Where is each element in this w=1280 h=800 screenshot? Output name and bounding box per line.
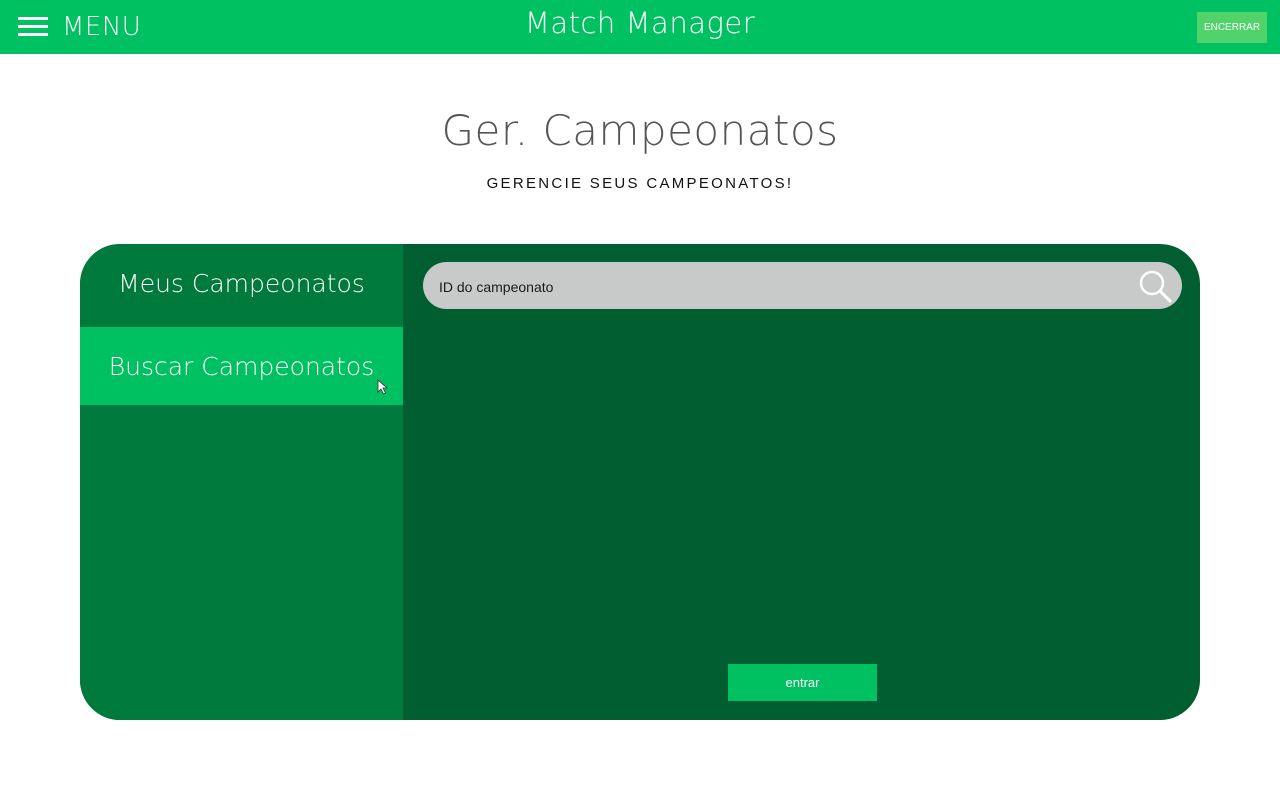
sidebar-item-label: Buscar Campeonatos (108, 351, 375, 381)
sidebar-item-search-championships[interactable]: Buscar Campeonatos (80, 327, 403, 405)
championship-id-input[interactable] (437, 262, 1131, 311)
championship-panel: Meus Campeonatos Buscar Campeonatos entr… (80, 244, 1200, 720)
top-bar: MENU Match Manager ENCERRAR (0, 0, 1280, 54)
sidebar: Meus Campeonatos Buscar Campeonatos (80, 244, 403, 720)
enter-button[interactable]: entrar (728, 664, 877, 701)
app-title: Match Manager (524, 6, 756, 40)
page-subtitle: GERENCIE SEUS CAMPEONATOS! (486, 175, 794, 192)
sidebar-item-my-championships[interactable]: Meus Campeonatos (80, 244, 403, 322)
mouse-cursor-icon (377, 379, 389, 395)
end-button[interactable]: ENCERRAR (1197, 12, 1267, 43)
search-icon[interactable] (1138, 269, 1172, 303)
search-bar (423, 262, 1182, 311)
page-title: Ger. Campeonatos (441, 106, 839, 155)
sidebar-item-label: Meus Campeonatos (118, 268, 365, 298)
